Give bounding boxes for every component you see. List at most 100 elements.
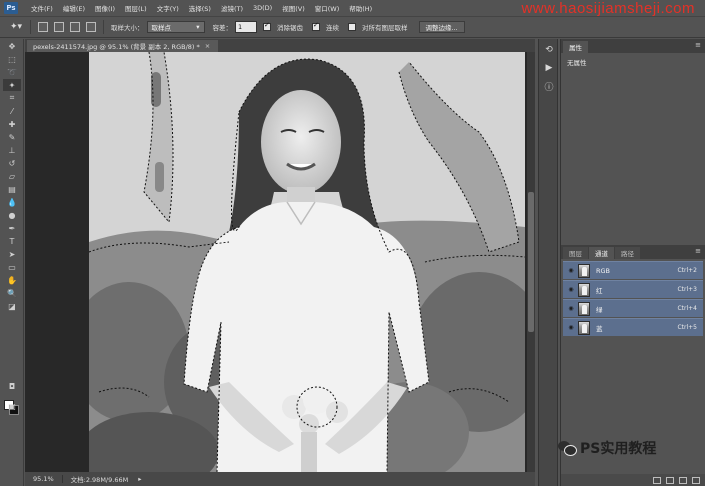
chevron-right-icon[interactable]: ▸: [138, 475, 141, 483]
intersect-selection-icon[interactable]: [86, 22, 96, 32]
delete-channel-icon[interactable]: [692, 476, 700, 484]
lasso-tool-icon[interactable]: ➰: [3, 66, 21, 78]
menu-image[interactable]: 图像(I): [90, 3, 120, 13]
menu-file[interactable]: 文件(F): [26, 3, 58, 13]
menu-bar: Ps 文件(F) 编辑(E) 图像(I) 图层(L) 文字(Y) 选择(S) 滤…: [0, 0, 705, 17]
save-selection-icon[interactable]: [666, 476, 674, 484]
properties-empty-text: 无属性: [567, 59, 587, 67]
eye-icon[interactable]: ◉: [566, 324, 576, 332]
channel-name: RGB: [596, 266, 611, 275]
tolerance-label: 容差：: [212, 24, 233, 32]
play-icon[interactable]: ▶: [542, 61, 556, 75]
document-tab[interactable]: pexels-2411574.jpg @ 95.1% (背景 副本 2, RGB…: [27, 40, 219, 52]
channels-footer: [561, 474, 705, 486]
blur-tool-icon[interactable]: 💧: [3, 196, 21, 208]
sample-all-layers-label: 对所有图层取样: [362, 24, 408, 32]
tolerance-input[interactable]: 1: [235, 21, 257, 33]
eyedropper-tool-icon[interactable]: ⁄: [3, 105, 21, 117]
type-tool-icon[interactable]: T: [3, 235, 21, 247]
channel-row-green[interactable]: ◉ 绿 Ctrl+4: [563, 299, 703, 317]
menu-select[interactable]: 选择(S): [184, 3, 216, 13]
document-canvas[interactable]: [89, 52, 525, 472]
canvas-area[interactable]: [25, 52, 535, 472]
divider: [103, 20, 104, 34]
subtract-selection-icon[interactable]: [70, 22, 80, 32]
antialias-checkbox[interactable]: [263, 21, 271, 31]
brush-tool-icon[interactable]: ✎: [3, 131, 21, 143]
new-selection-icon[interactable]: [38, 22, 48, 32]
document-size-info[interactable]: 文档:2.98M/9.66M: [63, 474, 137, 484]
eye-icon[interactable]: ◉: [566, 267, 576, 275]
menu-type[interactable]: 文字(Y): [152, 3, 184, 13]
magic-wand-tool-icon[interactable]: ✦: [3, 79, 21, 91]
healing-brush-tool-icon[interactable]: ✚: [3, 118, 21, 130]
sample-size-value: 取样点: [151, 24, 172, 32]
panel-menu-icon[interactable]: ≡: [695, 247, 701, 255]
move-tool-icon[interactable]: ✥: [3, 40, 21, 52]
site-watermark: www.haosijiamsheji.com: [521, 0, 695, 17]
toolbox: ✥ ⬚ ➰ ✦ ⌗ ⁄ ✚ ✎ ⊥ ↺ ▱ ▤ 💧 ● ✒ T ➤ ▭ ✋ 🔍 …: [0, 39, 24, 486]
add-selection-icon[interactable]: [54, 22, 64, 32]
history-brush-tool-icon[interactable]: ↺: [3, 157, 21, 169]
menu-view[interactable]: 视图(V): [277, 3, 310, 13]
refine-edge-button[interactable]: 调整边缘...: [418, 21, 465, 33]
layers-panel-tab-bar: 图层 通道 路径 ≡: [561, 245, 705, 259]
channel-thumbnail: [578, 320, 590, 335]
channel-name: 绿: [596, 305, 603, 314]
pen-tool-icon[interactable]: ✒: [3, 222, 21, 234]
dodge-tool-icon[interactable]: ●: [3, 209, 21, 221]
new-channel-icon[interactable]: [679, 476, 687, 484]
tab-paths[interactable]: 路径: [615, 247, 640, 259]
antialias-label: 消除锯齿: [277, 24, 303, 32]
channel-name: 红: [596, 286, 603, 295]
menu-layer[interactable]: 图层(L): [120, 3, 152, 13]
sample-size-select[interactable]: 取样点 ▾: [146, 21, 205, 33]
tab-channels[interactable]: 通道: [589, 247, 614, 259]
path-selection-tool-icon[interactable]: ➤: [3, 248, 21, 260]
channel-shortcut: Ctrl+3: [677, 286, 697, 293]
default-colors-icon[interactable]: ◪: [3, 300, 21, 312]
wechat-branding: PS实用教程: [558, 438, 656, 458]
photo-woman-with-selection: [89, 52, 525, 472]
vertical-scrollbar[interactable]: [527, 52, 535, 472]
properties-panel: 属性 ≡ 无属性: [560, 39, 705, 245]
history-icon[interactable]: ⟲: [542, 43, 556, 57]
clone-stamp-tool-icon[interactable]: ⊥: [3, 144, 21, 156]
sample-all-layers-checkbox[interactable]: [348, 23, 356, 31]
menu-window[interactable]: 窗口(W): [310, 3, 345, 13]
tab-layers[interactable]: 图层: [563, 247, 588, 259]
document-tab-bar: pexels-2411574.jpg @ 95.1% (背景 副本 2, RGB…: [25, 39, 535, 52]
channel-shortcut: Ctrl+4: [677, 305, 697, 312]
magic-wand-icon[interactable]: ✦▾: [6, 19, 26, 35]
shape-tool-icon[interactable]: ▭: [3, 261, 21, 273]
channel-row-blue[interactable]: ◉ 蓝 Ctrl+5: [563, 318, 703, 336]
channel-row-rgb[interactable]: ◉ RGB Ctrl+2: [563, 261, 703, 279]
crop-tool-icon[interactable]: ⌗: [3, 92, 21, 104]
scrollbar-thumb[interactable]: [528, 192, 534, 332]
close-icon[interactable]: ×: [205, 42, 210, 50]
menu-help[interactable]: 帮助(H): [344, 3, 377, 13]
wechat-icon: [558, 440, 577, 456]
gradient-tool-icon[interactable]: ▤: [3, 183, 21, 195]
divider: [30, 20, 31, 34]
panel-menu-icon[interactable]: ≡: [695, 41, 701, 49]
contiguous-checkbox[interactable]: [312, 21, 320, 31]
quick-mask-icon[interactable]: ◘: [3, 380, 21, 392]
zoom-level[interactable]: 95.1%: [25, 475, 63, 483]
marquee-tool-icon[interactable]: ⬚: [3, 53, 21, 65]
wechat-account-label: PS实用教程: [580, 441, 657, 457]
eye-icon[interactable]: ◉: [566, 305, 576, 313]
panel-icon-strip: ⟲ ▶ ⓘ: [538, 39, 558, 486]
eraser-tool-icon[interactable]: ▱: [3, 170, 21, 182]
channel-row-red[interactable]: ◉ 红 Ctrl+3: [563, 280, 703, 298]
hand-tool-icon[interactable]: ✋: [3, 274, 21, 286]
menu-3d[interactable]: 3D(D): [248, 4, 277, 12]
eye-icon[interactable]: ◉: [566, 286, 576, 294]
load-selection-icon[interactable]: [653, 476, 661, 484]
info-icon[interactable]: ⓘ: [542, 79, 556, 93]
tab-properties[interactable]: 属性: [563, 41, 588, 53]
menu-filter[interactable]: 滤镜(T): [216, 3, 248, 13]
screen-mode-icon[interactable]: ▣: [3, 400, 21, 412]
menu-edit[interactable]: 编辑(E): [58, 3, 90, 13]
zoom-tool-icon[interactable]: 🔍: [3, 287, 21, 299]
